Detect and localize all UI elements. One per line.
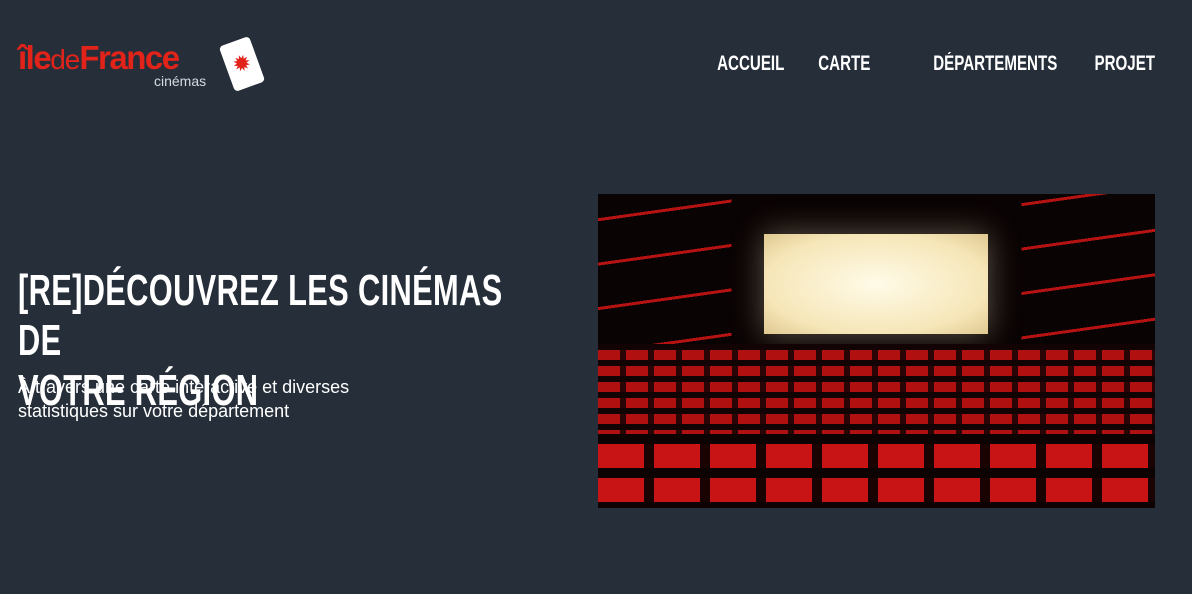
nav-departements[interactable]: DÉPARTEMENTS [933,52,1057,76]
hero-title-line: [RE]DÉCOUVREZ LES CINÉMAS DE [18,266,503,365]
nav-accueil[interactable]: ACCUEIL [717,52,784,76]
front-seat-rows [598,434,1155,508]
main-nav: ACCUEIL CARTE DÉPARTEMENTS PROJET [695,52,1155,76]
nav-carte[interactable]: CARTE [819,52,871,76]
hero-subtitle: À travers une carte interactive et diver… [18,375,458,423]
cinema-screen [764,234,988,334]
hero-subtitle-line: À travers une carte interactive et diver… [18,377,350,397]
cinema-theater-photo [598,194,1155,508]
ticket-icon: ✹ [218,35,266,93]
site-logo[interactable]: îledeFrance cinémas ✹ [18,35,278,98]
logo-subtitle: cinémas [154,73,207,89]
nav-projet[interactable]: PROJET [1094,52,1155,76]
hero-subtitle-line: statistiques sur votre département [18,401,290,421]
